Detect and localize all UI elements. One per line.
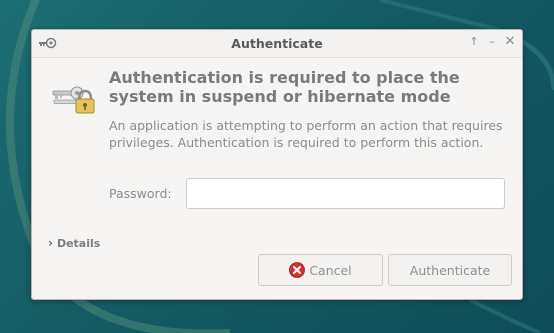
close-button[interactable]: ✕ xyxy=(503,34,517,50)
dialog-heading: Authentication is required to place the … xyxy=(109,68,460,106)
cancel-icon xyxy=(289,262,306,278)
dialog-description: An application is attempting to perform … xyxy=(109,118,503,150)
chevron-right-icon: › xyxy=(48,236,53,250)
authenticate-button[interactable]: Authenticate xyxy=(388,254,512,286)
minimize-button[interactable]: – xyxy=(485,34,499,50)
authenticate-dialog: Authenticate ↑ – ✕ Authentication is req… xyxy=(31,29,523,300)
keys-lock-icon xyxy=(52,86,95,114)
cancel-button-label: Cancel xyxy=(309,262,352,278)
password-label: Password: xyxy=(109,186,172,201)
cancel-button[interactable]: Cancel xyxy=(258,254,383,286)
details-label: Details xyxy=(56,236,101,250)
title-bar[interactable]: Authenticate ↑ – ✕ xyxy=(32,30,522,58)
maximize-button[interactable]: ↑ xyxy=(467,34,481,50)
details-expander[interactable]: › Details xyxy=(48,236,100,250)
window-title: Authenticate xyxy=(231,36,323,51)
authenticate-button-label: Authenticate xyxy=(409,262,491,278)
password-field[interactable] xyxy=(186,178,505,209)
